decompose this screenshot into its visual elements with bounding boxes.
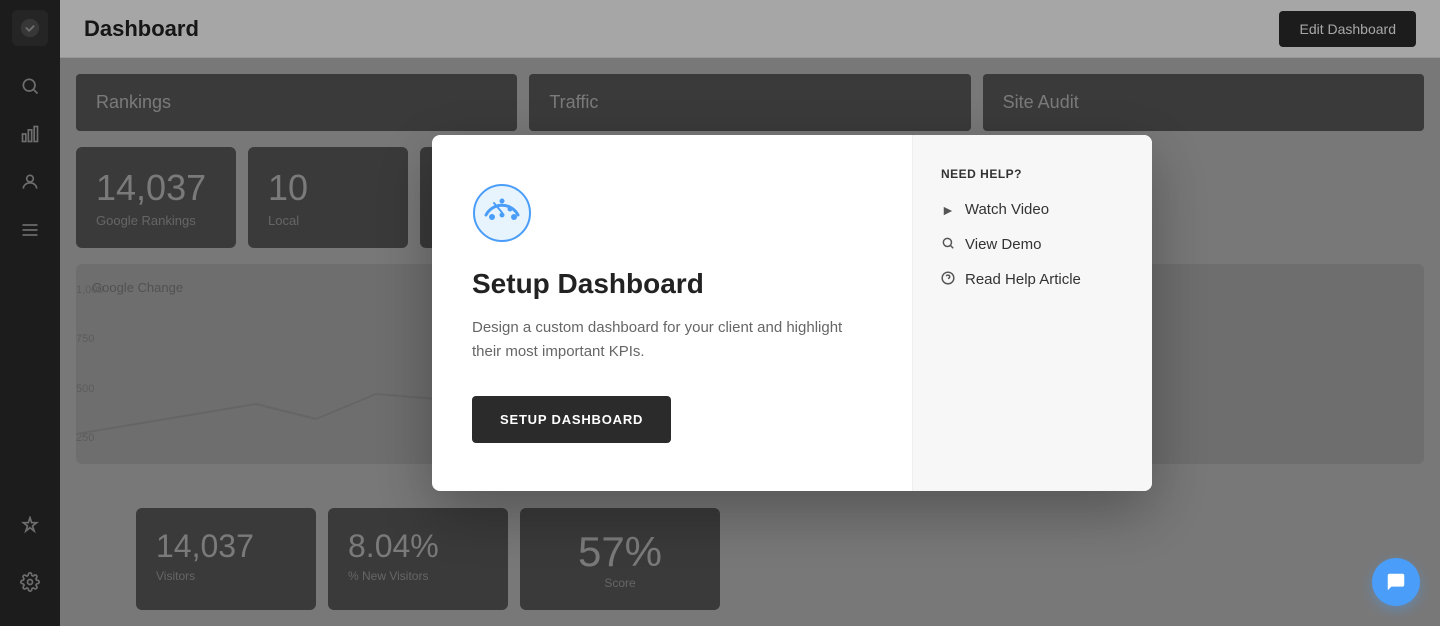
modal-right-panel: NEED HELP? ► Watch Video View Demo Read … [912, 135, 1152, 491]
demo-search-icon [941, 236, 955, 253]
modal-palette-icon [472, 183, 532, 243]
help-item-read-article[interactable]: Read Help Article [941, 271, 1124, 288]
chat-bubble-button[interactable] [1372, 558, 1420, 606]
setup-dashboard-button[interactable]: SETUP DASHBOARD [472, 396, 671, 443]
chat-icon [1385, 571, 1407, 593]
view-demo-label: View Demo [965, 236, 1041, 253]
setup-modal: Setup Dashboard Design a custom dashboar… [432, 135, 1152, 491]
modal-left-panel: Setup Dashboard Design a custom dashboar… [432, 135, 912, 491]
watch-video-label: Watch Video [965, 201, 1049, 218]
help-heading: NEED HELP? [941, 167, 1124, 181]
help-item-watch-video[interactable]: ► Watch Video [941, 201, 1124, 218]
modal-title: Setup Dashboard [472, 268, 872, 300]
help-circle-icon [941, 271, 955, 288]
dashboard-icon [472, 183, 872, 248]
modal-description: Design a custom dashboard for your clien… [472, 316, 872, 364]
play-icon: ► [941, 202, 955, 218]
read-article-label: Read Help Article [965, 271, 1081, 288]
help-item-view-demo[interactable]: View Demo [941, 236, 1124, 253]
